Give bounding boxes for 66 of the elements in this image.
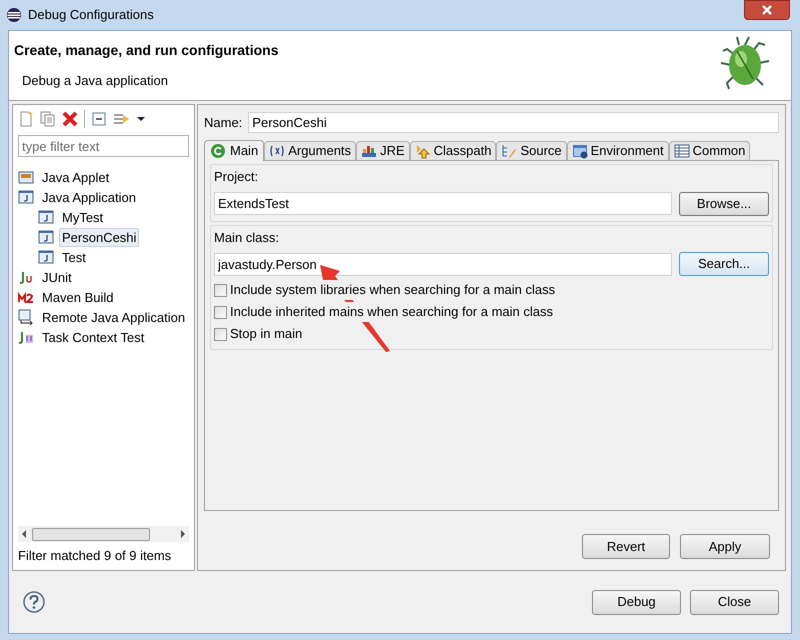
source-icon [501, 143, 518, 159]
debug-button[interactable]: Debug [592, 590, 681, 614]
new-configuration-icon[interactable] [18, 111, 34, 127]
scrollbar-thumb[interactable] [32, 528, 150, 540]
tree-item[interactable]: Java Application [39, 188, 139, 206]
scroll-right-icon[interactable] [179, 530, 187, 538]
horizontal-scrollbar[interactable] [18, 526, 189, 542]
filter-status: Filter matched 9 of 9 items [18, 548, 172, 564]
search-button[interactable]: Search... [679, 252, 769, 276]
junit-icon [18, 269, 34, 285]
checkbox-label: Include system libraries when searching for a main class [230, 280, 556, 300]
name-label: Name: [204, 114, 242, 132]
main-class-icon [210, 143, 226, 159]
tab[interactable]: Main [204, 140, 264, 161]
main-class-label: Main class: [214, 228, 280, 246]
books-icon [361, 143, 378, 159]
arguments-icon [269, 143, 286, 159]
header-subtitle: Debug a Java application [22, 72, 169, 90]
tab[interactable]: JRE [356, 141, 410, 160]
project-field[interactable]: ExtendsTest [214, 192, 672, 215]
name-field[interactable]: PersonCeshi [248, 112, 779, 133]
tab[interactable]: Classpath [410, 141, 496, 160]
tree-item[interactable]: MyTest [59, 208, 106, 226]
dialog-close-button[interactable]: Close [690, 590, 779, 614]
filter-field[interactable]: type filter text [18, 135, 189, 157]
task-test-icon [18, 329, 34, 345]
collapse-all-icon[interactable] [91, 111, 107, 127]
java-app-icon [18, 189, 34, 205]
checkbox[interactable] [214, 284, 227, 296]
checkbox[interactable] [214, 306, 227, 318]
checkbox-label: Include inherited mains when searching for a main class [230, 302, 554, 322]
close-icon [761, 5, 773, 15]
close-button[interactable] [744, 0, 790, 20]
help-icon[interactable] [23, 591, 45, 613]
scroll-left-icon[interactable] [20, 530, 28, 538]
tab[interactable]: Common [668, 141, 750, 160]
dropdown-caret-icon[interactable] [137, 116, 145, 122]
table-icon [674, 143, 690, 159]
tree-item[interactable]: JUnit [39, 268, 75, 286]
tab[interactable]: Environment [566, 141, 669, 160]
applet-icon [18, 169, 34, 185]
tree-item[interactable]: Remote Java Application [39, 308, 188, 326]
java-app-icon [38, 209, 54, 225]
delete-icon[interactable] [62, 111, 78, 127]
browse-button[interactable]: Browse... [679, 192, 769, 216]
tab[interactable]: Source [496, 141, 567, 160]
java-app-icon [38, 229, 54, 245]
tree-item[interactable]: Maven Build [39, 288, 117, 306]
tab[interactable]: Arguments [264, 141, 356, 160]
tree-item[interactable]: PersonCeshi [59, 228, 140, 246]
environment-icon [572, 143, 588, 159]
classpath-icon [414, 143, 431, 159]
apply-button[interactable]: Apply [680, 534, 770, 559]
header-title: Create, manage, and run configurations [14, 41, 278, 60]
remote-app-icon [18, 309, 34, 325]
app-icon [6, 7, 22, 23]
main-class-field[interactable]: javastudy.Person [214, 252, 672, 276]
checkbox[interactable] [214, 328, 227, 340]
tree-item[interactable]: Java Applet [39, 168, 112, 186]
project-label: Project: [214, 168, 260, 186]
tree-item[interactable]: Test [59, 248, 89, 266]
duplicate-icon[interactable] [40, 111, 56, 127]
java-app-icon [38, 249, 54, 265]
tree-item[interactable]: Task Context Test [39, 328, 148, 346]
revert-button[interactable]: Revert [582, 534, 670, 559]
window-title: Debug Configurations [28, 6, 154, 24]
